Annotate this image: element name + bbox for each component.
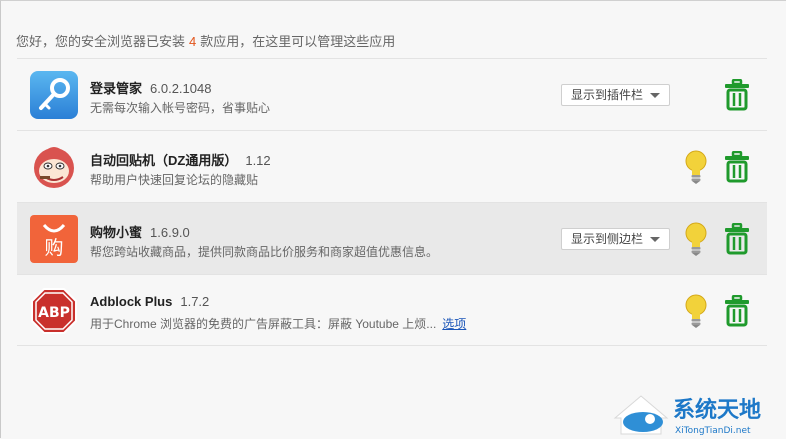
header-text: 您好，您的安全浏览器已安装 4 款应用，在这里可以管理这些应用 bbox=[16, 31, 395, 50]
trash-icon[interactable] bbox=[723, 295, 751, 327]
app-desc: 帮您跨站收藏商品，提供同款商品比价服务和商家超值优惠信息。 bbox=[90, 245, 439, 259]
app-row-login-manager: 登录管家 6.0.2.1048 无需每次输入帐号密码，省事贴心 显示到插件栏 bbox=[17, 58, 767, 130]
shopping-bag-icon: 购 bbox=[30, 215, 78, 263]
header-prefix: 您好，您的安全浏览器已安装 bbox=[16, 34, 186, 49]
app-version: 1.12 bbox=[245, 153, 271, 168]
app-row-shopping-helper: 购 购物小蜜 1.6.9.0 帮您跨站收藏商品，提供同款商品比价服务和商家超值优惠… bbox=[17, 202, 767, 274]
app-row-auto-reply: 自动回贴机（DZ通用版） 1.12 帮助用户快速回复论坛的隐藏贴 bbox=[17, 130, 767, 202]
chevron-down-icon bbox=[650, 237, 660, 242]
dropdown-label: 显示到插件栏 bbox=[571, 88, 644, 102]
trash-icon[interactable] bbox=[723, 79, 751, 111]
display-location-dropdown[interactable]: 显示到插件栏 bbox=[561, 84, 670, 106]
app-count: 4 bbox=[189, 34, 197, 49]
trash-icon[interactable] bbox=[723, 151, 751, 183]
app-list: 登录管家 6.0.2.1048 无需每次输入帐号密码，省事贴心 显示到插件栏 自动… bbox=[17, 58, 767, 346]
lightbulb-icon[interactable] bbox=[685, 150, 707, 184]
options-link[interactable]: 选项 bbox=[442, 317, 466, 331]
app-desc: 帮助用户快速回复论坛的隐藏贴 bbox=[90, 173, 259, 187]
lightbulb-icon[interactable] bbox=[685, 294, 707, 328]
monkey-icon bbox=[34, 147, 74, 188]
watermark-logo: 系统天地 XiTongTianDi.net bbox=[613, 395, 761, 436]
app-name: 登录管家 6.0.2.1048 bbox=[90, 81, 212, 96]
app-row-adblock-plus: ABP Adblock Plus 1.7.2 用于Chrome 浏览器的免费的广告… bbox=[17, 274, 767, 346]
header-suffix: 款应用，在这里可以管理这些应用 bbox=[200, 34, 396, 49]
app-desc: 无需每次输入帐号密码，省事贴心 bbox=[90, 101, 271, 115]
watermark-title: 系统天地 bbox=[673, 397, 761, 423]
house-logo-icon bbox=[613, 395, 669, 435]
app-name: 购物小蜜 1.6.9.0 bbox=[90, 225, 190, 240]
app-name: 自动回贴机（DZ通用版） 1.12 bbox=[90, 153, 271, 168]
app-version: 1.7.2 bbox=[180, 294, 210, 309]
app-desc: 用于Chrome 浏览器的免费的广告屏蔽工具：屏蔽 Youtube 上烦... 选… bbox=[90, 317, 467, 331]
trash-icon[interactable] bbox=[723, 223, 751, 255]
key-icon bbox=[30, 71, 78, 119]
display-location-dropdown[interactable]: 显示到侧边栏 bbox=[561, 228, 670, 250]
watermark-url: XiTongTianDi.net bbox=[675, 426, 751, 436]
app-version: 1.6.9.0 bbox=[150, 225, 190, 240]
app-version: 6.0.2.1048 bbox=[150, 81, 212, 96]
abp-icon: ABP bbox=[31, 288, 77, 334]
shopping-icon-text: 购 bbox=[44, 237, 63, 259]
abp-icon-text: ABP bbox=[38, 305, 70, 321]
lightbulb-icon[interactable] bbox=[685, 222, 707, 256]
dropdown-label: 显示到侧边栏 bbox=[571, 232, 644, 246]
app-name: Adblock Plus 1.7.2 bbox=[90, 294, 210, 309]
chevron-down-icon bbox=[650, 93, 660, 98]
